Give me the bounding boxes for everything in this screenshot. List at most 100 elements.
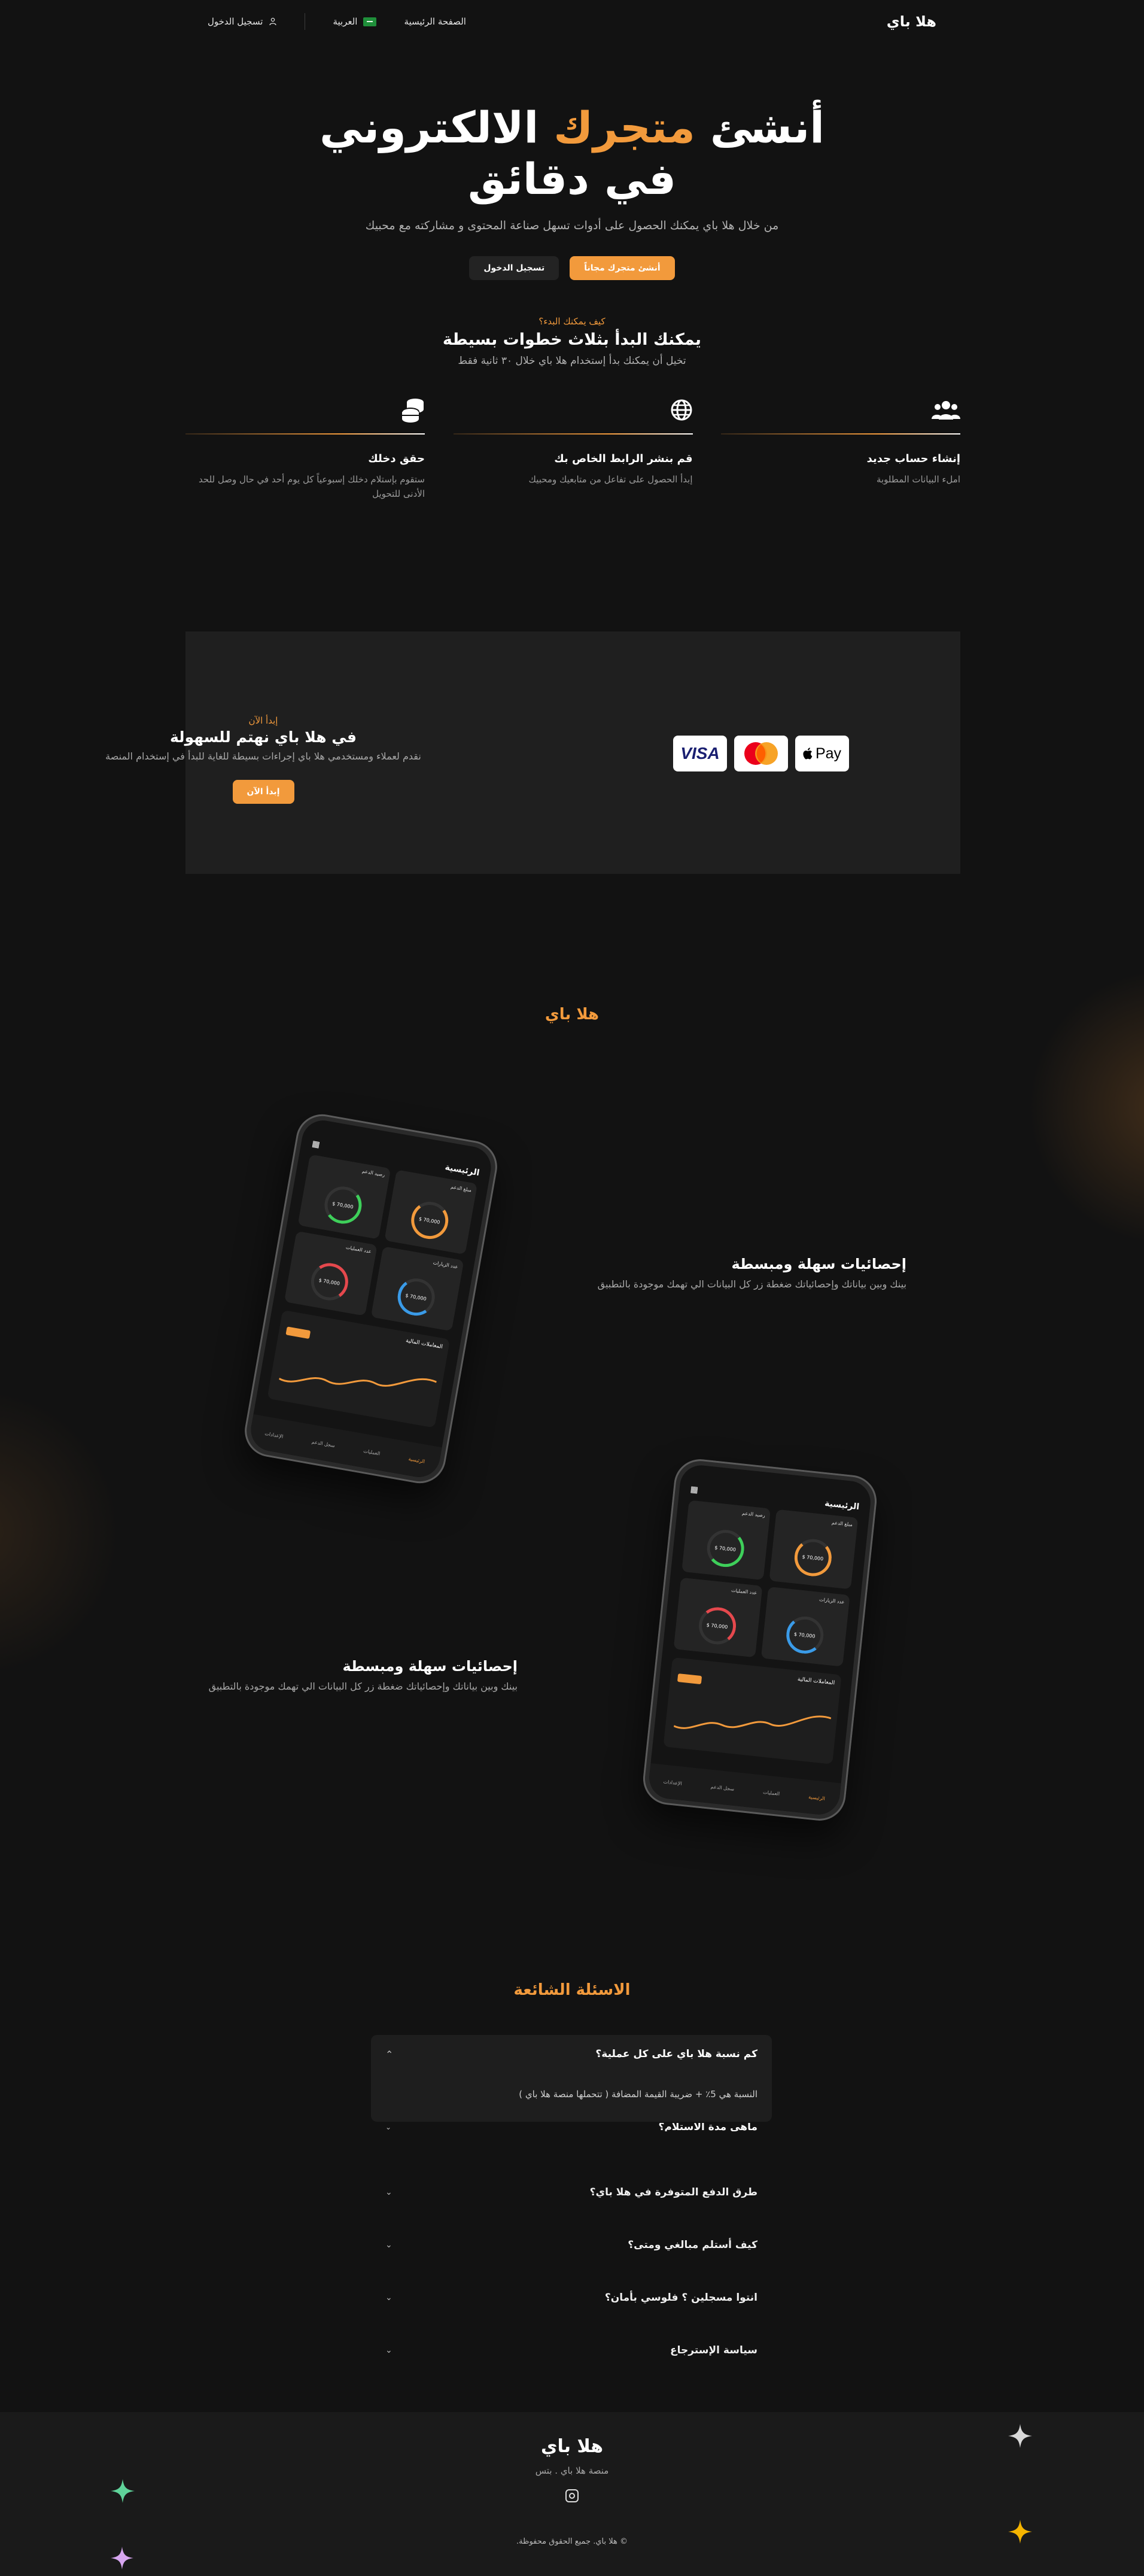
chevron-down-icon: ⌄ (385, 2240, 393, 2250)
steps-title: يمكنك البدأ بثلاث خطوات بسيطة (442, 330, 702, 349)
steps-header: كيف يمكنك البدء؟ يمكنك البدأ بثلاث خطوات… (0, 316, 1144, 367)
footer-copyright: © هلا باي. جميع الحقوق محفوظة. (516, 2537, 628, 2546)
step-title: حقق دخلك (368, 452, 425, 465)
coins-icon (185, 395, 425, 425)
footer-subtitle: منصة هلا باي . بتس (535, 2465, 609, 2476)
hero-buttons: أنشئ متجرك مجاناً تسجيل الدخول (0, 256, 1144, 280)
faq-question: طرق الدفع المتوفرة في هلا باي؟ (589, 2186, 757, 2198)
step-title: إنشاء حساب جديد (866, 452, 960, 465)
visa-logo: VISA (680, 744, 720, 763)
faq-item[interactable]: سياسة الإسترجاع ⌄ (371, 2324, 772, 2377)
top-header: هلا باي الصفحة الرئيسية العربية تسجيل ال… (0, 0, 1144, 43)
faq-item[interactable]: كيف أستلم مبالغي ومتى؟ ⌄ (371, 2219, 772, 2271)
qr-icon: ▦ (689, 1484, 699, 1495)
sparkle-icon (1008, 2424, 1032, 2448)
sparkle-icon (111, 2479, 135, 2503)
chevron-down-icon: ⌄ (385, 2346, 393, 2355)
hero-title-line2: في دقائق (467, 154, 677, 204)
saudi-flag-icon (363, 17, 377, 26)
phone-title: الرئيسية (444, 1162, 480, 1178)
payment-desc: نقدم لعملاء ومستخدمي هلا باي إجراءات بسي… (105, 751, 421, 762)
feature-desc: بينك وبين بياناتك وإحصائياتك ضغطة زر كل … (597, 1278, 906, 1290)
step-divider (453, 433, 693, 435)
faq-item[interactable]: طرق الدفع المتوفرة في هلا باي؟ ⌄ (371, 2166, 772, 2219)
stat-card: مبلغ الدعم 70,000 $ (384, 1169, 478, 1255)
phone-bottom-nav: الرئيسية العمليات سجل الدعم الإعدادات (647, 1763, 841, 1817)
nav-login-link[interactable]: تسجيل الدخول (208, 16, 277, 27)
nav-language-label: العربية (333, 16, 358, 27)
payment-title: في هلا باي نهتم للسهولة (170, 728, 357, 746)
step-earn-income: حقق دخلك ستقوم بإستلام دخلك إسبوعياً كل … (185, 395, 425, 501)
feature-desc: بينك وبين بياناتك وإحصائياتك ضغطة زر كل … (208, 1681, 518, 1692)
feature-block: إحصائيات سهلة ومبسطة بينك وبين بياناتك و… (182, 1658, 518, 1692)
stat-card: رصيد الدعم 70,000 $ (297, 1154, 391, 1240)
faq-question: كم نسبة هلا باي على كل عملية؟ (595, 2048, 757, 2060)
user-icon (269, 17, 277, 26)
phone-mockup: الرئيسية ▦ مبلغ الدعم 70,000 $ رصيد الدعم… (640, 1456, 880, 1824)
chevron-down-icon: ⌄ (385, 2293, 393, 2302)
mastercard-card (734, 736, 788, 771)
chevron-down-icon: ⌄ (385, 2123, 392, 2131)
phone-stats-grid: مبلغ الدعم 70,000 $ رصيد الدعم 70,000 $ عد… (284, 1154, 478, 1332)
faq-question: انتوا مسجلين ؟ فلوسي بأمان؟ (604, 2292, 757, 2304)
apple-icon (803, 748, 813, 760)
step-publish-link: قم بنشر الرابط الخاص بك إبدأ الحصول على … (453, 395, 693, 501)
faq-item[interactable]: ماهي مدة الاستلام؟ ⌄ (371, 2123, 772, 2131)
steps-subtitle: تخيل أن يمكنك بدأ إستخدام هلا باي خلال ٣… (458, 355, 686, 367)
phone-chart: المعاملات المالية (267, 1310, 451, 1428)
payment-eyebrow: إبدأ الآن (248, 715, 278, 726)
hero-login-button[interactable]: تسجيل الدخول (469, 256, 559, 280)
create-store-button[interactable]: أنشئ متجرك مجاناً (570, 256, 675, 280)
faq-item[interactable]: انتوا مسجلين ؟ فلوسي بأمان؟ ⌄ (371, 2271, 772, 2324)
feature-title: إحصائيات سهلة ومبسطة (342, 1658, 518, 1675)
nav-language-link[interactable]: العربية (333, 16, 377, 27)
users-icon (721, 395, 960, 425)
hero-section: أنشئ متجرك الالكتروني في دقائق من خلال ه… (0, 102, 1144, 280)
chevron-up-icon: ⌃ (385, 2048, 394, 2060)
brand-section-title: هلا باي (544, 1006, 600, 1023)
main-nav: الصفحة الرئيسية العربية تسجيل الدخول (208, 13, 466, 30)
stat-card: عدد الزيارات 70,000 $ (760, 1587, 850, 1667)
apple-pay-label: Pay (815, 745, 842, 762)
phone-mockup: الرئيسية ▦ مبلغ الدعم 70,000 $ رصيد الدعم… (241, 1110, 501, 1488)
steps-list: إنشاء حساب جديد املء البيانات المطلوبة ق… (185, 395, 960, 501)
visa-card: VISA (673, 736, 727, 771)
faq-question: كيف أستلم مبالغي ومتى؟ (628, 2239, 757, 2251)
decorative-glow (1017, 958, 1144, 1257)
stat-card: عدد العمليات 70,000 $ (673, 1577, 763, 1658)
faq-question: ماهي مدة الاستلام؟ (658, 2123, 757, 2131)
phone-screen: الرئيسية ▦ مبلغ الدعم 70,000 $ رصيد الدعم… (647, 1463, 873, 1817)
hero-title-suffix: الالكتروني (320, 102, 539, 153)
apple-pay-card: Pay (795, 736, 849, 771)
faq-answer: النسبة هي 5٪ + ضريبة القيمة المضافة ( تت… (519, 2089, 757, 2100)
faq-title: الاسئلة الشائعة (513, 1981, 631, 1999)
step-desc: إبدأ الحصول على تفاعل من متابعيك ومحبيك (528, 474, 693, 485)
feature-title: إحصائيات سهلة ومبسطة (731, 1256, 906, 1272)
hero-title: أنشئ متجرك الالكتروني في دقائق (0, 102, 1144, 205)
logo[interactable]: هلا باي (887, 13, 936, 30)
step-divider (185, 433, 425, 435)
phone-stats-grid: مبلغ الدعم 70,000 $ رصيد الدعم 70,000 $ عد… (673, 1500, 859, 1667)
phone-title: الرئيسية (824, 1499, 860, 1512)
payment-cards: VISA Pay (673, 736, 849, 771)
sparkle-icon (1008, 2520, 1032, 2544)
phone-screen: الرئيسية ▦ مبلغ الدعم 70,000 $ رصيد الدعم… (247, 1117, 495, 1481)
nav-home-link[interactable]: الصفحة الرئيسية (404, 16, 466, 27)
hero-title-accent: متجرك (553, 102, 695, 153)
instagram-icon[interactable] (565, 2489, 579, 2502)
start-now-button[interactable]: إبدأ الآن (232, 780, 294, 804)
decorative-glow (0, 1377, 132, 1688)
payment-section: إبدأ الآن في هلا باي نهتم للسهولة نقدم ل… (105, 631, 960, 874)
faq-list: كم نسبة هلا باي على كل عملية؟ ⌃ النسبة ه… (371, 2035, 772, 2377)
hero-title-prefix: أنشئ (710, 102, 824, 153)
faq-question: سياسة الإسترجاع (670, 2344, 757, 2356)
footer: هلا باي منصة هلا باي . بتس © هلا باي. جم… (0, 2412, 1144, 2576)
sparkle-icon (111, 2547, 133, 2569)
faq-item-open[interactable]: كم نسبة هلا باي على كل عملية؟ ⌃ النسبة ه… (371, 2035, 772, 2122)
step-create-account: إنشاء حساب جديد املء البيانات المطلوبة (721, 395, 960, 501)
mastercard-icon (744, 742, 778, 765)
step-desc: املء البيانات المطلوبة (876, 474, 960, 485)
stat-card: عدد الزيارات 70,000 $ (370, 1246, 464, 1332)
step-divider (721, 433, 960, 435)
page: هلا باي الصفحة الرئيسية العربية تسجيل ال… (0, 0, 1144, 2576)
